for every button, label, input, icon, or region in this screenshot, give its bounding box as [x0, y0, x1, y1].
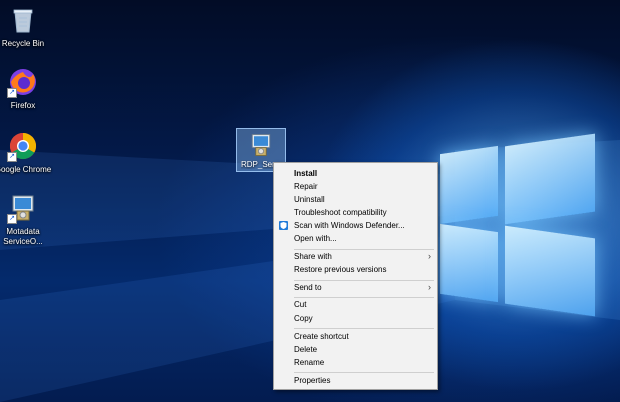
menu-item-label: Repair [294, 182, 318, 191]
desktop-icon-firefox[interactable]: ↗ Firefox [0, 66, 53, 111]
desktop-icon-label: Recycle Bin [1, 39, 45, 48]
menu-item-create-shortcut[interactable]: Create shortcut [274, 330, 437, 343]
menu-item-label: Delete [294, 345, 318, 354]
menu-item-uninstall[interactable]: Uninstall [274, 193, 437, 206]
menu-item-label: Uninstall [294, 195, 325, 204]
menu-item-label: Restore previous versions [294, 265, 387, 274]
desktop-icon-motadata[interactable]: ↗ Motadata ServiceO... [0, 192, 53, 247]
menu-item-cut[interactable]: Cut [274, 298, 437, 311]
menu-item-label: Open with... [294, 234, 337, 243]
desktop-icon-label: Motadata ServiceO... [3, 227, 43, 246]
menu-separator [294, 372, 434, 373]
menu-item-properties[interactable]: Properties [274, 374, 437, 387]
menu-item-install[interactable]: Install [274, 167, 437, 180]
menu-item-troubleshoot[interactable]: Troubleshoot compatibility [274, 206, 437, 219]
windows-logo-pane [440, 145, 498, 225]
menu-item-label: Share with [294, 252, 332, 261]
installer-icon [247, 131, 275, 159]
menu-item-delete[interactable]: Delete [274, 343, 437, 356]
installer-icon: ↗ [7, 192, 39, 224]
menu-item-send-to[interactable]: Send to › [274, 281, 437, 294]
menu-item-label: Cut [294, 300, 307, 309]
menu-item-share-with[interactable]: Share with › [274, 250, 437, 263]
desktop-icon-label: Firefox [10, 101, 36, 110]
desktop-icon-chrome[interactable]: ↗ Google Chrome [0, 130, 53, 175]
menu-item-rename[interactable]: Rename [274, 356, 437, 369]
menu-item-label: Create shortcut [294, 332, 349, 341]
windows-logo-pane [505, 225, 595, 317]
firefox-icon: ↗ [7, 66, 39, 98]
shortcut-arrow-icon: ↗ [7, 214, 17, 224]
desktop[interactable]: Recycle Bin ↗ Firefox ↗ Google Chrome ↗ … [0, 0, 620, 402]
menu-item-label: Install [294, 169, 318, 178]
recycle-bin-icon [7, 4, 39, 36]
context-menu: Install Repair Uninstall Troubleshoot co… [273, 162, 438, 390]
menu-item-label: Troubleshoot compatibility [294, 208, 387, 217]
chrome-icon: ↗ [7, 130, 39, 162]
desktop-icon-label: Google Chrome [0, 165, 52, 174]
menu-item-label: Rename [294, 358, 325, 367]
menu-item-label: Scan with Windows Defender... [294, 221, 405, 230]
menu-item-label: Copy [294, 314, 313, 323]
shortcut-arrow-icon: ↗ [7, 152, 17, 162]
windows-logo-pane [505, 133, 595, 225]
chevron-right-icon: › [428, 282, 431, 292]
menu-item-label: Properties [294, 376, 331, 385]
menu-separator [294, 328, 434, 329]
menu-item-open-with[interactable]: Open with... [274, 232, 437, 245]
desktop-icon-recycle-bin[interactable]: Recycle Bin [0, 4, 53, 49]
menu-item-copy[interactable]: Copy [274, 312, 437, 325]
menu-item-label: Send to [294, 283, 322, 292]
shortcut-arrow-icon: ↗ [7, 88, 17, 98]
menu-item-repair[interactable]: Repair [274, 180, 437, 193]
menu-item-restore-versions[interactable]: Restore previous versions [274, 263, 437, 276]
windows-logo-pane [440, 223, 498, 303]
chevron-right-icon: › [428, 251, 431, 261]
windows-defender-icon [279, 221, 288, 230]
menu-item-scan-defender[interactable]: Scan with Windows Defender... [274, 219, 437, 232]
